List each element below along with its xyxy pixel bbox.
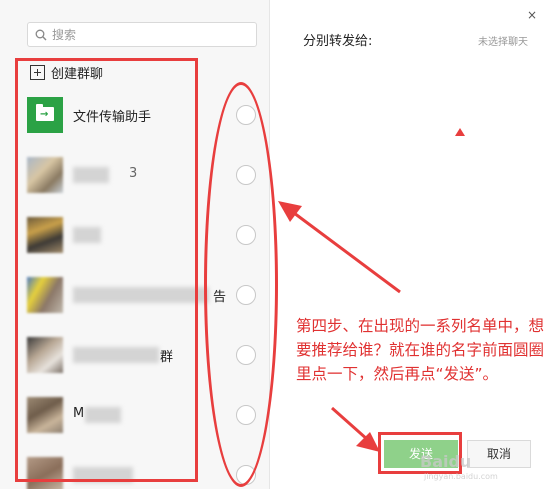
cancel-button[interactable]: 取消 xyxy=(467,440,531,468)
arrow-to-send xyxy=(331,406,380,452)
arrow-to-radios xyxy=(278,201,401,294)
forward-dialog: 创建群聊 → 文件传输助手 3 告 xyxy=(0,0,551,489)
annotation-arrows xyxy=(278,201,401,452)
instruction-text: 第四步、在出现的一系列名单中，想要推荐给谁？就在谁的名字前面圆圈里点一下，然后再… xyxy=(296,317,545,383)
baidu-watermark: Baidu xyxy=(420,452,472,471)
baidu-watermark-url: jingyan.baidu.com xyxy=(424,472,498,481)
